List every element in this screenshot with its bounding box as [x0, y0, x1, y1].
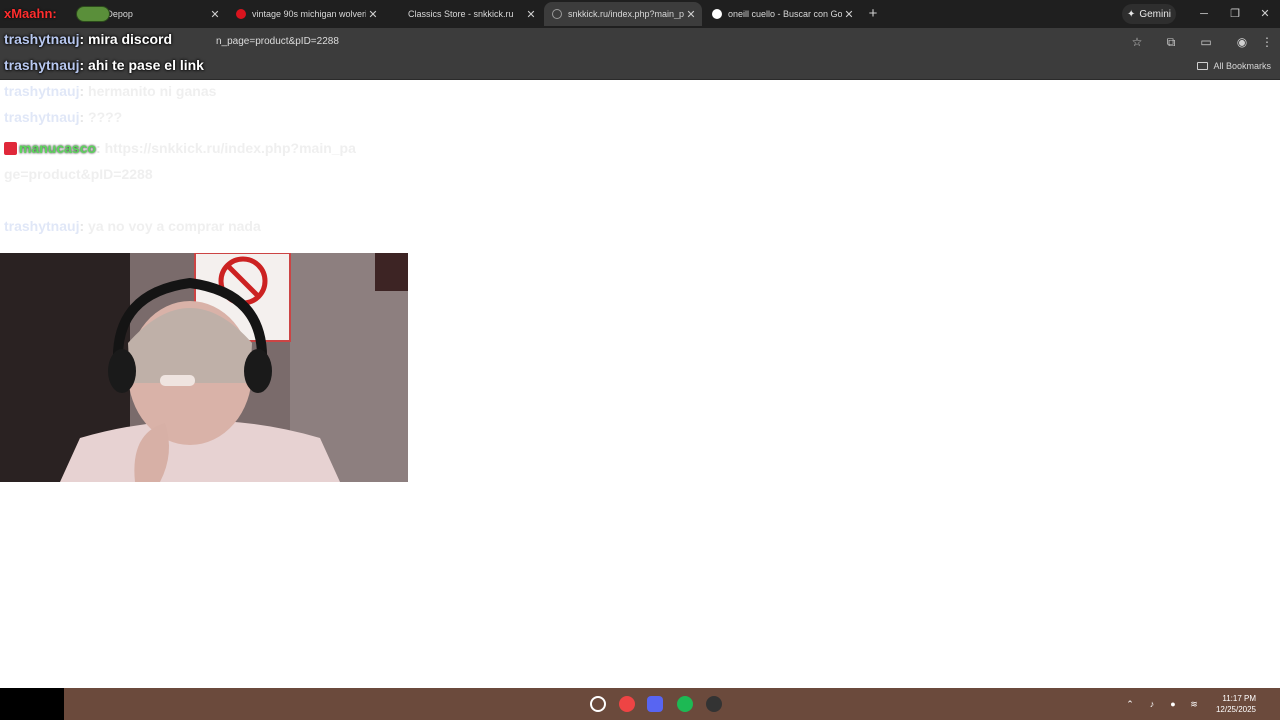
star-icon[interactable]: ☆ — [1129, 34, 1145, 50]
chat-username-header: xMaahn: — [4, 6, 57, 21]
tab-google-search[interactable]: oneill cuello - Buscar con Goog ✕ — [704, 2, 860, 26]
media-icon[interactable]: ▭ — [1198, 34, 1214, 50]
chat-colon: : — [96, 140, 105, 156]
profile-icon[interactable]: ◉ — [1234, 34, 1250, 50]
chat-message: trashytnauj: ahi te pase el link — [4, 57, 204, 73]
menu-icon[interactable]: ⋮ — [1259, 34, 1275, 50]
chat-colon: : — [79, 31, 89, 47]
tab-title: vintage 90s michigan wolverine — [252, 9, 366, 19]
tab-title: h | Depop — [94, 9, 133, 19]
new-tab-button[interactable]: + — [864, 5, 882, 23]
wifi-icon[interactable]: ≋ — [1188, 698, 1200, 710]
close-icon[interactable]: ✕ — [208, 8, 222, 21]
chat-message: trashytnauj: ???? — [4, 109, 122, 125]
gemini-button[interactable]: ✦ Gemini — [1122, 4, 1176, 24]
sparkle-icon: ✦ — [1126, 8, 1136, 20]
webcam-image — [0, 253, 408, 482]
google-icon — [712, 9, 722, 19]
chat-colon: : — [79, 57, 89, 73]
chat-username: trashytnauj — [4, 83, 80, 99]
moderator-badge-icon — [4, 142, 17, 155]
chat-username: trashytnauj — [4, 31, 80, 47]
tab-title: snkkick.ru/index.php?main_pag — [568, 9, 684, 19]
chat-text: ya no voy a comprar nada — [88, 218, 261, 234]
pepe-emote-icon — [76, 6, 110, 22]
tab-snkkick-product[interactable]: snkkick.ru/index.php?main_pag ✕ — [544, 2, 702, 26]
loading-icon — [552, 9, 562, 19]
chat-colon: : — [79, 83, 89, 99]
header-username: xMaahn: — [4, 6, 57, 21]
chat-username: manucasco — [19, 140, 97, 156]
chat-text: ahi te pase el link — [88, 57, 204, 73]
tab-wolverine[interactable]: vintage 90s michigan wolverine ✕ — [228, 2, 384, 26]
tab-strip: h | Depop ✕ vintage 90s michigan wolveri… — [0, 0, 1280, 28]
system-clock[interactable]: 11:17 PM 12/25/2025 — [1216, 693, 1256, 715]
webcam-feed — [0, 253, 408, 482]
spotify-icon[interactable] — [677, 696, 693, 712]
chat-text: mira discord — [88, 31, 173, 47]
chat-colon: : — [79, 109, 89, 125]
screen: { "tabs": [ {"title": "h | Depop", "colo… — [0, 0, 1280, 720]
chat-message: trashytnauj: mira discord — [4, 31, 172, 47]
tray-chevron-icon[interactable]: ⌃ — [1124, 698, 1136, 710]
speaker-icon[interactable]: ♪ — [1146, 698, 1158, 710]
chat-colon: : — [79, 218, 89, 234]
chat-message: manucasco: https://snkkick.ru/index.php?… — [4, 135, 364, 187]
browser-toolbar: n_page=product&pID=2288 ☆ ⧉ ▭ ◉ ⋮ — [0, 28, 1280, 56]
search-icon[interactable] — [590, 696, 606, 712]
taskbar: ⌃ ♪ ● ≋ 11:17 PM 12/25/2025 — [0, 688, 1280, 720]
discord-icon[interactable] — [647, 696, 663, 712]
clock-date: 12/25/2025 — [1215, 705, 1256, 714]
close-icon[interactable]: ✕ — [524, 8, 538, 21]
chat-message: trashytnauj: hermanito ni ganas — [4, 83, 216, 99]
tab-classics-store[interactable]: Classics Store - snkkick.ru ✕ — [386, 2, 542, 26]
obs-icon[interactable] — [706, 696, 722, 712]
gemini-label: Gemini — [1139, 8, 1172, 20]
address-bar[interactable]: n_page=product&pID=2288 — [216, 32, 1216, 52]
microphone-icon[interactable]: ● — [1167, 698, 1179, 710]
all-bookmarks-label: All Bookmarks — [1213, 61, 1271, 71]
close-icon[interactable]: ✕ — [366, 8, 380, 21]
restore-icon[interactable]: ❐ — [1226, 5, 1244, 23]
tab-title: Classics Store - snkkick.ru — [408, 9, 514, 19]
minimize-icon[interactable]: ─ — [1195, 5, 1213, 23]
extensions-icon[interactable]: ⧉ — [1163, 34, 1179, 50]
folder-icon — [1197, 62, 1209, 70]
chat-username: trashytnauj — [4, 109, 80, 125]
all-bookmarks-button[interactable]: All Bookmarks — [1197, 61, 1271, 71]
depop-icon — [236, 9, 246, 19]
taskbar-left-area — [0, 688, 64, 720]
tab-title: oneill cuello - Buscar con Goog — [728, 9, 842, 19]
close-icon[interactable]: ✕ — [684, 8, 698, 21]
chat-message: trashytnauj: ya no voy a comprar nada — [4, 213, 344, 239]
clock-time: 11:17 PM — [1222, 694, 1256, 703]
url-text: n_page=product&pID=2288 — [216, 36, 339, 47]
chat-text: hermanito ni ganas — [88, 83, 217, 99]
chrome-icon[interactable] — [619, 696, 635, 712]
chat-username: trashytnauj — [4, 218, 80, 234]
chat-username: trashytnauj — [4, 57, 80, 73]
close-icon[interactable]: ✕ — [842, 8, 856, 21]
close-window-icon[interactable]: ✕ — [1256, 5, 1274, 23]
chat-text: ???? — [88, 109, 123, 125]
